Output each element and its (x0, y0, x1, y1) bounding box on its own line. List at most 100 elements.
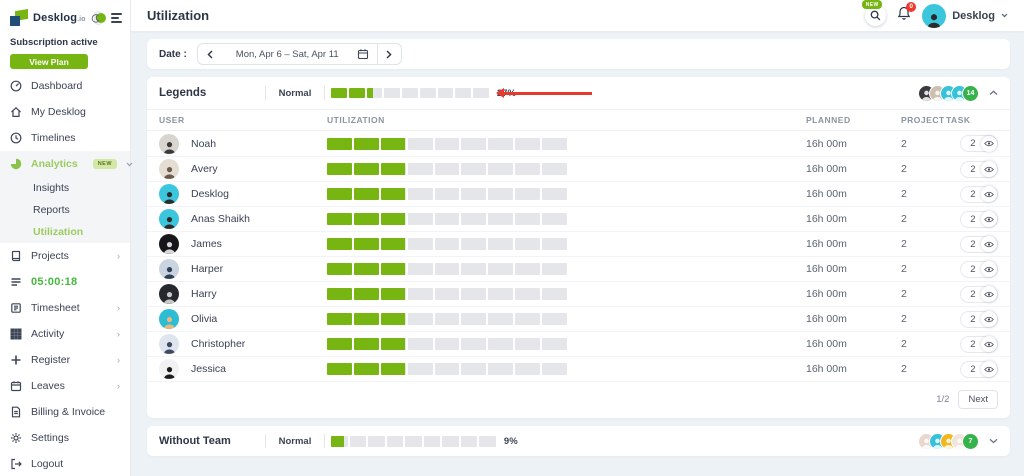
task-pill[interactable]: 2 (960, 210, 998, 228)
gear-icon (10, 432, 22, 444)
task-count: 2 (970, 238, 976, 250)
table-row: Anas Shaikh 16h 00m 2 2 (147, 206, 1010, 231)
app-root: Desklog.io Subscription active View Plan… (0, 0, 1024, 476)
sidebar-item-register[interactable]: Register › (0, 347, 130, 373)
eye-icon[interactable] (980, 286, 997, 302)
task-count: 2 (970, 263, 976, 275)
sidebar-item-analytics[interactable]: Analytics NEW (0, 151, 133, 177)
table-row: Harper 16h 00m 2 2 (147, 256, 1010, 281)
task-pill[interactable]: 2 (960, 310, 998, 328)
notifications-button[interactable]: 0 (897, 1, 917, 26)
collapse-chevron-up-icon[interactable] (989, 90, 998, 96)
profile-menu[interactable]: Desklog (922, 3, 1008, 28)
tracked-time: 05:00:18 (31, 276, 78, 288)
without-team-percent: 9% (503, 435, 518, 447)
sidebar-item-reports[interactable]: Reports (0, 199, 130, 221)
date-range-text[interactable]: Mon, Apr 6 – Sat, Apr 11 (222, 49, 349, 60)
task-pill[interactable]: 2 (960, 285, 998, 303)
user-name: Jessica (191, 363, 227, 375)
task-pill[interactable]: 2 (960, 135, 998, 152)
profile-name: Desklog (952, 9, 995, 22)
calendar-icon[interactable] (349, 48, 377, 60)
sidebar: Desklog.io Subscription active View Plan… (0, 0, 133, 476)
pagination: 1/2 Next (147, 381, 1010, 418)
user-utilization-bar (327, 137, 577, 150)
user-utilization-bar (327, 238, 577, 250)
table-row: Jessica 16h 00m 2 2 (147, 356, 1010, 381)
avatar-overflow-count[interactable]: 14 (962, 84, 979, 102)
brand-name: Desklog.io (33, 12, 86, 24)
project-count: 2 (901, 263, 907, 275)
user-name: James (191, 238, 222, 250)
user-name: Anas Shaikh (191, 213, 250, 225)
team-utilization-card: Legends Normal 27% 14 USER UTILIZATION P… (147, 77, 1010, 418)
search-button[interactable]: NEW (862, 0, 887, 26)
planned-hours: 16h 00m (806, 263, 847, 275)
sidebar-item-utilization[interactable]: Utilization (0, 221, 130, 243)
next-page-button[interactable]: Next (958, 390, 998, 409)
sidebar-item-my-desklog[interactable]: My Desklog (0, 99, 130, 125)
notification-count-badge: 0 (906, 1, 917, 12)
task-pill[interactable]: 2 (960, 360, 998, 378)
avatar-overflow-count[interactable]: 7 (962, 432, 979, 450)
user-avatar (159, 184, 179, 204)
desklog-logo-icon[interactable] (10, 9, 28, 27)
hamburger-menu-icon[interactable] (111, 11, 122, 25)
sidebar-item-logout[interactable]: Logout (0, 451, 130, 476)
user-name: Desklog (191, 188, 229, 200)
planned-hours: 16h 00m (806, 163, 847, 175)
planned-hours: 16h 00m (806, 313, 847, 325)
task-pill[interactable]: 2 (960, 160, 998, 178)
eye-icon[interactable] (980, 261, 997, 277)
next-date-button[interactable] (376, 44, 401, 64)
chevron-right-icon: › (117, 329, 120, 339)
plus-icon (10, 354, 22, 366)
date-label: Date : (159, 48, 187, 60)
planned-hours: 16h 00m (806, 363, 847, 375)
subscription-status: Subscription active (10, 37, 98, 48)
eye-icon[interactable] (980, 161, 997, 177)
without-team-utilization-bar (331, 435, 496, 447)
sidebar-item-timelines[interactable]: Timelines (0, 125, 130, 151)
task-pill[interactable]: 2 (960, 260, 998, 278)
eye-icon[interactable] (980, 236, 997, 252)
task-pill[interactable]: 2 (960, 185, 998, 203)
prev-date-button[interactable] (198, 44, 222, 64)
team-avatar-stack[interactable]: 14 (918, 84, 979, 102)
view-plan-button[interactable]: View Plan (10, 54, 88, 69)
task-pill[interactable]: 2 (960, 235, 998, 253)
sidebar-item-projects[interactable]: Projects › (0, 243, 130, 269)
date-filter-card: Date : Mon, Apr 6 – Sat, Apr 11 (147, 39, 1010, 69)
task-count: 2 (970, 338, 976, 350)
user-utilization-bar (327, 363, 577, 375)
sidebar-item-activity[interactable]: Activity › (0, 321, 130, 347)
eye-icon[interactable] (980, 311, 997, 327)
task-count: 2 (970, 138, 976, 149)
dark-mode-toggle[interactable] (91, 11, 107, 25)
task-count: 2 (970, 363, 976, 375)
sidebar-item-billing[interactable]: Billing & Invoice (0, 399, 130, 425)
eye-icon[interactable] (980, 135, 997, 152)
table-row: Desklog 16h 00m 2 2 (147, 181, 1010, 206)
without-team-avatar-stack[interactable]: 7 (918, 432, 979, 450)
sidebar-item-dashboard[interactable]: Dashboard (0, 73, 130, 99)
task-count: 2 (970, 313, 976, 325)
eye-icon[interactable] (980, 211, 997, 227)
sidebar-item-insights[interactable]: Insights (0, 177, 130, 199)
eye-icon[interactable] (980, 336, 997, 352)
task-pill[interactable]: 2 (960, 335, 998, 353)
project-count: 2 (901, 338, 907, 350)
eye-icon[interactable] (980, 361, 997, 377)
sidebar-item-timesheet[interactable]: Timesheet › (0, 295, 130, 321)
table-body: Noah 16h 00m 2 2 Avery 16h 00m 2 2 Deskl… (147, 131, 1010, 381)
project-count: 2 (901, 163, 907, 175)
sidebar-item-settings[interactable]: Settings (0, 425, 130, 451)
chevron-right-icon: › (117, 381, 120, 391)
col-planned: PLANNED (806, 115, 851, 125)
task-count: 2 (970, 163, 976, 175)
sidebar-item-leaves[interactable]: Leaves › (0, 373, 130, 399)
expand-chevron-down-icon[interactable] (989, 438, 998, 444)
planned-hours: 16h 00m (806, 213, 847, 225)
project-count: 2 (901, 238, 907, 250)
eye-icon[interactable] (980, 186, 997, 202)
